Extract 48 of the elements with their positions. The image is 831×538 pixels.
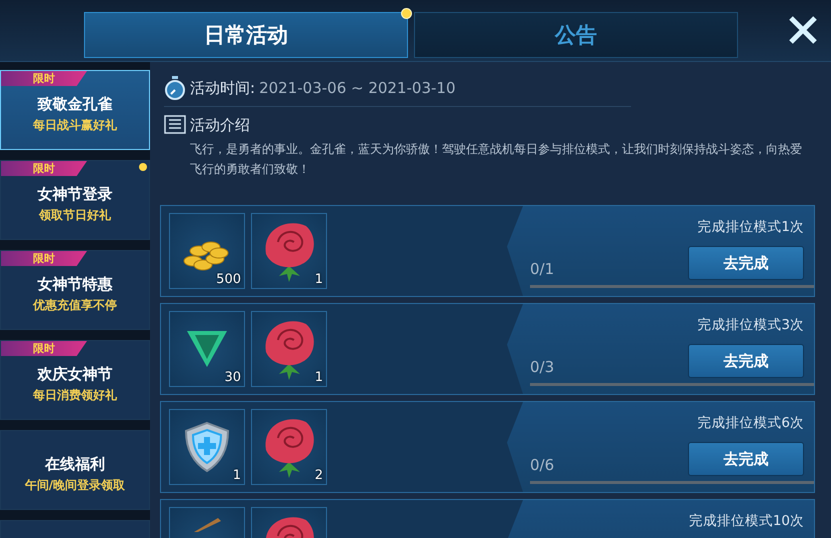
gem-icon <box>185 329 229 369</box>
reward-count: 2 <box>314 468 323 483</box>
reward-count: 30 <box>224 370 241 385</box>
sidebar-item[interactable]: 限时 欢庆女神节 每日消费领好礼 <box>0 340 150 420</box>
limited-tag: 限时 <box>1 71 87 86</box>
item-title: 女神节特惠 <box>38 274 112 294</box>
item-title: 欢庆女神节 <box>38 364 112 384</box>
item-subtitle: 领取节日好礼 <box>39 206 111 224</box>
go-complete-button[interactable]: 去完成 <box>688 442 804 476</box>
close-button[interactable] <box>787 14 819 46</box>
notification-dot <box>139 163 147 171</box>
time-label: 活动时间: <box>190 78 256 98</box>
task-title: 完成排位模式3次 <box>697 316 804 334</box>
go-complete-button[interactable]: 去完成 <box>688 344 804 378</box>
stick-icon <box>192 516 222 532</box>
item-subtitle: 优惠充值享不停 <box>33 296 117 314</box>
intro-label: 活动介绍 <box>190 116 250 134</box>
item-title: 致敬金孔雀 <box>38 94 112 114</box>
task-title: 完成排位模式1次 <box>697 218 804 236</box>
reward-count: 1 <box>314 370 323 385</box>
progress-text: 0/1 <box>530 260 554 278</box>
item-title: 女神节登录 <box>38 184 112 204</box>
limited-tag: 限时 <box>1 251 87 266</box>
reward-count: 1 <box>232 468 241 483</box>
task-title: 完成排位模式10次 <box>688 512 804 530</box>
item-subtitle: 每日消费领好礼 <box>33 386 117 404</box>
limited-tag: 限时 <box>1 341 87 356</box>
list-icon <box>164 115 186 135</box>
sidebar-item[interactable]: 限时 女神节登录 领取节日好礼 <box>0 160 150 240</box>
intro-text: 飞行，是勇者的事业。金孔雀，蓝天为你骄傲！驾驶任意战机每日参与排位模式，让我们时刻保持战斗姿态，向热爱飞行的勇敢者们致敬！ <box>190 141 803 178</box>
task-title: 完成排位模式6次 <box>697 414 804 432</box>
sidebar-item[interactable]: 限时 女神节特惠 优惠充值享不停 <box>0 250 150 330</box>
reward-count: 1 <box>314 272 323 287</box>
sidebar-item[interactable]: 在线福利 午间/晚间登录领取 <box>0 430 150 510</box>
item-subtitle: 午间/晚间登录领取 <box>24 476 126 494</box>
shield-icon <box>184 421 230 473</box>
stopwatch-icon <box>164 76 186 100</box>
reward-count: 500 <box>216 272 241 287</box>
time-value: 2021-03-06 ~ 2021-03-10 <box>259 79 456 97</box>
item-title: 在线福利 <box>45 454 105 474</box>
progress-text: 0/3 <box>530 358 554 376</box>
limited-tag: 限时 <box>1 161 87 176</box>
tab[interactable]: 公告 <box>414 12 738 58</box>
progress-text: 0/6 <box>530 456 554 474</box>
sidebar-item[interactable]: 限时 致敬金孔雀 每日战斗赢好礼 <box>0 70 150 150</box>
item-subtitle: 每日战斗赢好礼 <box>33 116 117 134</box>
notification-dot <box>401 8 412 19</box>
go-complete-button[interactable]: 去完成 <box>688 246 804 280</box>
